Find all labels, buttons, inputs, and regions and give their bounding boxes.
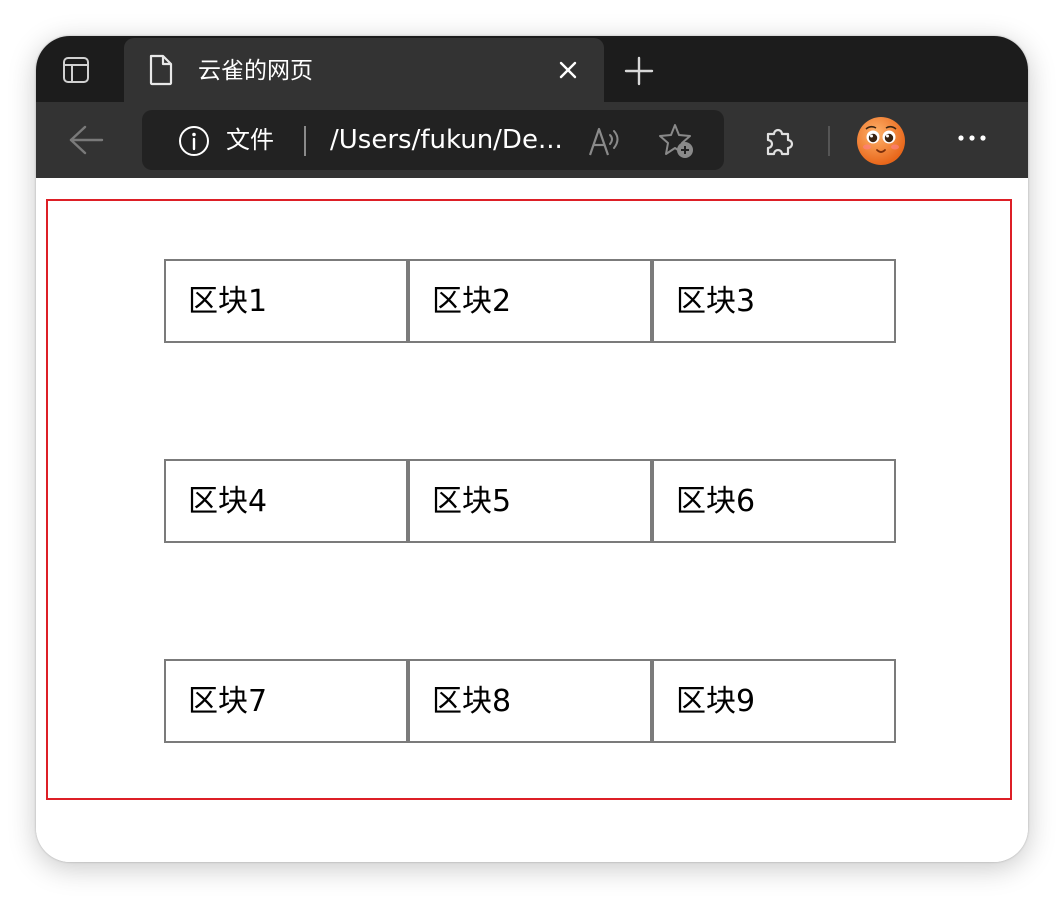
block-label: 区块4 <box>188 484 268 519</box>
block-label: 区块9 <box>676 684 756 719</box>
address-bar[interactable]: 文件 /Users/fukun/De... <box>142 110 724 170</box>
plus-icon <box>624 56 654 86</box>
tab-bar: 云雀的网页 <box>36 36 1028 102</box>
block-1: 区块1 <box>164 259 408 343</box>
block-label: 区块2 <box>432 284 512 319</box>
toolbar-divider <box>828 126 830 156</box>
favorite-star-plus-icon[interactable] <box>658 122 696 160</box>
block-3: 区块3 <box>652 259 896 343</box>
read-aloud-icon[interactable] <box>588 124 622 158</box>
block-6: 区块6 <box>652 459 896 543</box>
block-label: 区块1 <box>188 284 268 319</box>
page-icon <box>148 54 174 86</box>
block-7: 区块7 <box>164 659 408 743</box>
block-label: 区块8 <box>432 684 512 719</box>
page-content: 区块1 区块2 区块3 区块4 区块5 区块6 区块7 区块8 区块9 <box>36 178 1028 862</box>
tab-title: 云雀的网页 <box>198 58 313 84</box>
browser-toolbar: 文件 /Users/fukun/De... <box>36 102 1028 178</box>
block-label: 区块6 <box>676 484 756 519</box>
address-divider <box>304 126 306 156</box>
block-5: 区块5 <box>408 459 652 543</box>
tab-actions-icon[interactable] <box>62 56 90 84</box>
block-label: 区块3 <box>676 284 756 319</box>
block-4: 区块4 <box>164 459 408 543</box>
info-icon[interactable] <box>178 125 210 157</box>
block-9: 区块9 <box>652 659 896 743</box>
more-dots-icon[interactable] <box>956 128 988 148</box>
url-text[interactable]: /Users/fukun/De... <box>330 125 563 155</box>
block-2: 区块2 <box>408 259 652 343</box>
close-icon[interactable] <box>558 60 578 80</box>
puzzle-icon[interactable] <box>760 122 798 160</box>
block-label: 区块7 <box>188 684 268 719</box>
block-label: 区块5 <box>432 484 512 519</box>
block-8: 区块8 <box>408 659 652 743</box>
back-button[interactable] <box>68 124 104 156</box>
browser-tab[interactable]: 云雀的网页 <box>124 38 604 102</box>
back-arrow-icon <box>69 125 104 155</box>
new-tab-button[interactable] <box>624 56 654 86</box>
browser-window: 云雀的网页 文件 /Users/fukun/De... 区块1 区块2 区块3 … <box>36 36 1028 862</box>
avatar[interactable] <box>856 116 906 166</box>
scheme-label: 文件 <box>226 126 274 154</box>
